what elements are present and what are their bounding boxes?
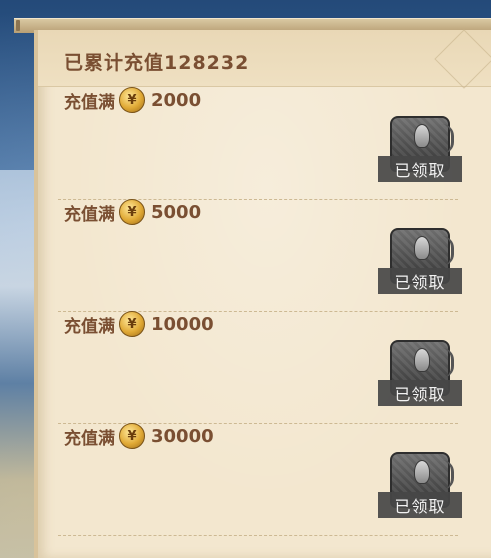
chest-strap [441, 348, 454, 378]
reward-tier-row: 充值满 ¥ 30000 已领取 [58, 423, 462, 536]
reward-item[interactable]: 已领取 [378, 228, 462, 294]
tier-prefix: 充值满 [64, 316, 115, 337]
gold-coin-icon: ¥ [119, 423, 145, 449]
claimed-status-label: 已领取 [378, 156, 462, 182]
reward-tier-row: 充值满 ¥ 10000 已领取 [58, 311, 462, 424]
reward-item[interactable]: 已领取 [378, 452, 462, 518]
tier-amount: 10000 [151, 313, 214, 335]
claimed-status-label: 已领取 [378, 492, 462, 518]
tier-amount: 30000 [151, 425, 214, 447]
chest-strap [441, 460, 454, 490]
gold-coin-icon: ¥ [119, 87, 145, 113]
chest-gem [414, 348, 430, 372]
claimed-status-label: 已领取 [378, 380, 462, 406]
panel-header: 已累计充值128232 [38, 29, 491, 89]
gold-coin-icon: ¥ [119, 199, 145, 225]
tier-title: 充值满 ¥ 10000 [64, 311, 214, 337]
rod-knob [16, 20, 20, 31]
tier-title: 充值满 ¥ 2000 [64, 87, 202, 113]
chest-gem [414, 236, 430, 260]
chest-gem [414, 460, 430, 484]
tier-amount: 2000 [151, 89, 202, 111]
tier-title: 充值满 ¥ 5000 [64, 199, 202, 225]
reward-item[interactable]: 已领取 [378, 340, 462, 406]
reward-tier-row: 充值满 ¥ 5000 已领取 [58, 199, 462, 312]
reward-item[interactable]: 已领取 [378, 116, 462, 182]
tier-prefix: 充值满 [64, 92, 115, 113]
tier-prefix: 充值满 [64, 428, 115, 449]
total-recharged-label: 已累计充值128232 [64, 52, 250, 74]
claimed-status-label: 已领取 [378, 268, 462, 294]
recharge-reward-panel[interactable]: 已累计充值128232 充值满 ¥ 2000 已领取 充值满 ¥ 5000 已领… [34, 29, 491, 558]
gold-coin-icon: ¥ [119, 311, 145, 337]
reward-tier-row: 充值满 ¥ 2000 已领取 [58, 87, 462, 200]
tier-title: 充值满 ¥ 30000 [64, 423, 214, 449]
tier-amount: 5000 [151, 201, 202, 223]
chest-strap [441, 236, 454, 266]
header-ornament [434, 29, 491, 89]
tier-prefix: 充值满 [64, 204, 115, 225]
chest-gem [414, 124, 430, 148]
chest-strap [441, 124, 454, 154]
tier-divider [58, 535, 458, 536]
